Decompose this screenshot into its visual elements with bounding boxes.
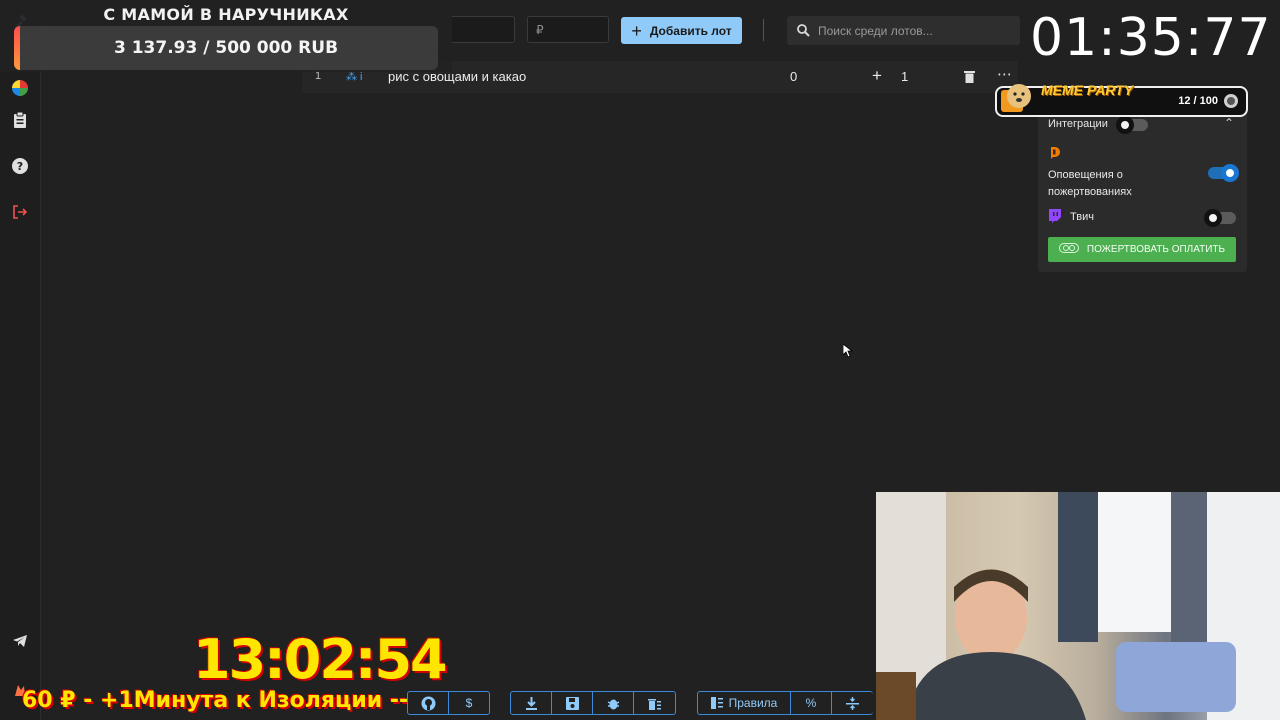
help-icon[interactable]: ?: [10, 156, 30, 176]
goal-title: С МАМОЙ В НАРУЧНИКАХ: [103, 5, 349, 24]
delete-icon[interactable]: [964, 70, 975, 86]
doge-icon: [1001, 80, 1037, 121]
donation-alerts-toggle[interactable]: [1208, 164, 1239, 182]
amount-input[interactable]: ₽: [527, 16, 609, 43]
bottom-group-1: $: [407, 691, 490, 715]
bug-button[interactable]: [593, 692, 634, 714]
save-button[interactable]: [552, 692, 593, 714]
stream-ticker: 60 ₽ - +1Минута к Изоляции ----: [22, 688, 408, 713]
logout-icon[interactable]: [10, 202, 30, 222]
meme-party-count: 12 / 100: [1178, 95, 1218, 107]
vertical-align-center-icon: [846, 696, 859, 710]
donation-goal: С МАМОЙ В НАРУЧНИКАХ 3 137.93 / 500 000 …: [0, 0, 452, 72]
rules-icon: [710, 697, 723, 709]
lot-add-value[interactable]: 1: [901, 69, 908, 84]
search-placeholder: Поиск среди лотов...: [818, 23, 933, 38]
dollar-button[interactable]: $: [449, 692, 489, 714]
webcam-feed: [876, 492, 1280, 720]
bottom-group-3: Правила %: [697, 691, 873, 715]
download-icon: [525, 696, 537, 710]
percent-button[interactable]: %: [791, 692, 832, 714]
donate-icon: [1058, 243, 1079, 256]
goal-amount: 3 137.93 / 500 000 RUB: [113, 38, 339, 58]
meme-party-title: MEME PARTY: [1041, 82, 1134, 98]
plus-icon: +: [631, 20, 642, 41]
telegram-icon[interactable]: [10, 631, 30, 651]
pie-chart-icon[interactable]: [10, 78, 30, 98]
add-lot-button[interactable]: + Добавить лот: [621, 17, 742, 44]
github-icon: [421, 696, 435, 710]
save-icon: [565, 696, 579, 710]
auction-timer: 01:35:77: [1030, 8, 1272, 68]
meme-party-badge: MEME PARTY 12 / 100: [995, 82, 1248, 117]
download-button[interactable]: [511, 692, 552, 714]
add-lot-label: Добавить лот: [649, 23, 732, 38]
bug-icon: [607, 699, 619, 709]
mouse-cursor: [842, 343, 854, 363]
clear-list-button[interactable]: [634, 692, 675, 714]
integrations-panel: Интеграции ⌃ Оповещения о пожертвованиях…: [1038, 112, 1247, 272]
svg-text:?: ?: [17, 160, 23, 173]
lot-amount: 0: [790, 69, 798, 84]
split-button[interactable]: [832, 692, 873, 714]
rules-button[interactable]: Правила: [698, 692, 791, 714]
donate-button-label: ПОЖЕРТВОВАТЬ ОПЛАТИТЬ: [1086, 244, 1226, 255]
search-icon: [797, 24, 810, 37]
chevron-up-icon[interactable]: ⌃: [1224, 116, 1234, 130]
bottom-group-2: [510, 691, 676, 715]
search-input[interactable]: Поиск среди лотов...: [787, 16, 1020, 45]
donate-button[interactable]: ПОЖЕРТВОВАТЬ ОПЛАТИТЬ: [1048, 237, 1236, 262]
twitch-toggle[interactable]: [1204, 209, 1236, 227]
goal-progress-bar: 3 137.93 / 500 000 RUB: [14, 26, 438, 70]
sidebar: ?: [0, 0, 41, 720]
lot-plus-button[interactable]: +: [872, 66, 882, 86]
rules-label: Правила: [728, 696, 778, 710]
currency-placeholder: ₽: [536, 23, 544, 37]
stream-countdown: 13:02:54: [193, 628, 448, 691]
donation-alerts-label: Оповещения о пожертвованиях: [1048, 169, 1132, 198]
twitch-icon: [1048, 209, 1061, 228]
avatar-icon: [1224, 94, 1238, 113]
clipboard-icon[interactable]: [10, 110, 30, 130]
integrations-header: Интеграции: [1048, 118, 1108, 130]
delete-sweep-icon: [648, 698, 661, 710]
twitch-label: Твич: [1070, 211, 1094, 223]
donationalerts-icon: [1048, 146, 1061, 165]
toolbar-divider: [763, 19, 764, 41]
github-button[interactable]: [408, 692, 449, 714]
integrations-toggle[interactable]: [1116, 116, 1148, 134]
webcam-scene: [876, 492, 1280, 720]
